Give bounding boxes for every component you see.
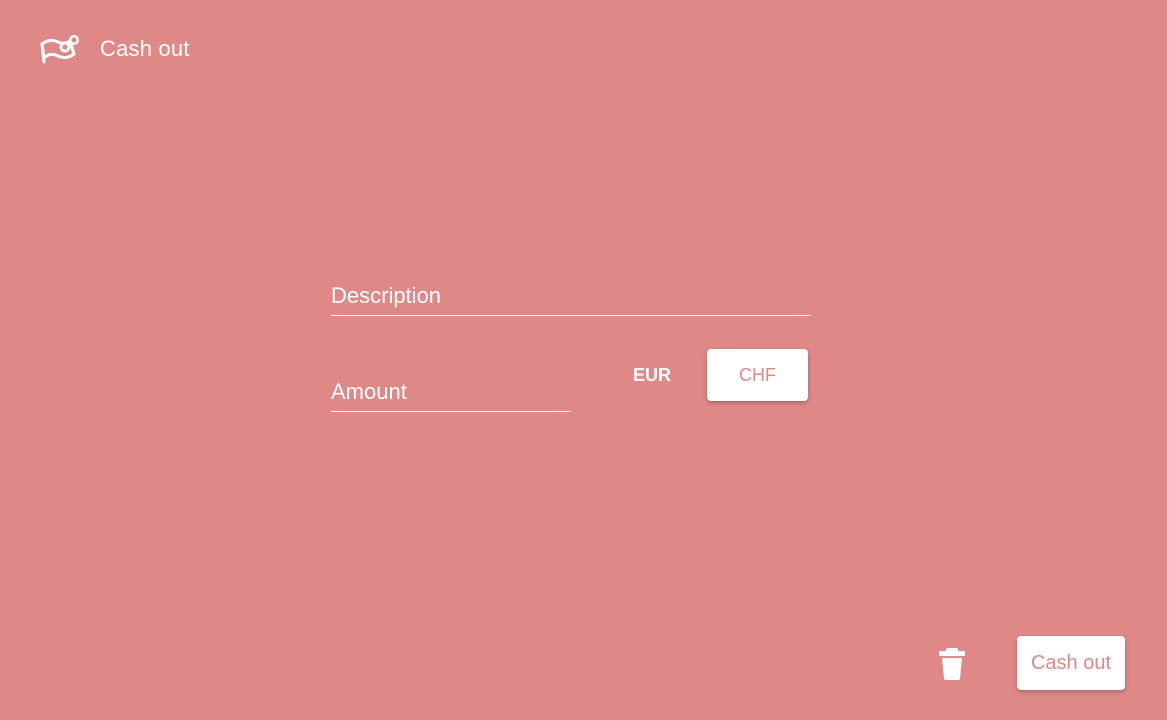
currency-eur-button[interactable]: EUR: [607, 349, 697, 401]
trash-icon: [935, 648, 969, 685]
amount-field-wrapper: [331, 349, 571, 412]
amount-input[interactable]: [331, 379, 571, 411]
description-input[interactable]: [331, 283, 811, 315]
amount-row: EUR CHF: [331, 349, 811, 412]
description-field-wrapper: [331, 270, 811, 316]
flag-map-icon: [38, 32, 82, 66]
cash-out-button[interactable]: Cash out: [1017, 636, 1125, 690]
currency-chf-button[interactable]: CHF: [707, 349, 808, 401]
cash-out-form: EUR CHF: [331, 270, 811, 412]
app-header: Cash out: [38, 30, 190, 68]
delete-button[interactable]: [935, 646, 969, 682]
page-title: Cash out: [100, 36, 190, 61]
